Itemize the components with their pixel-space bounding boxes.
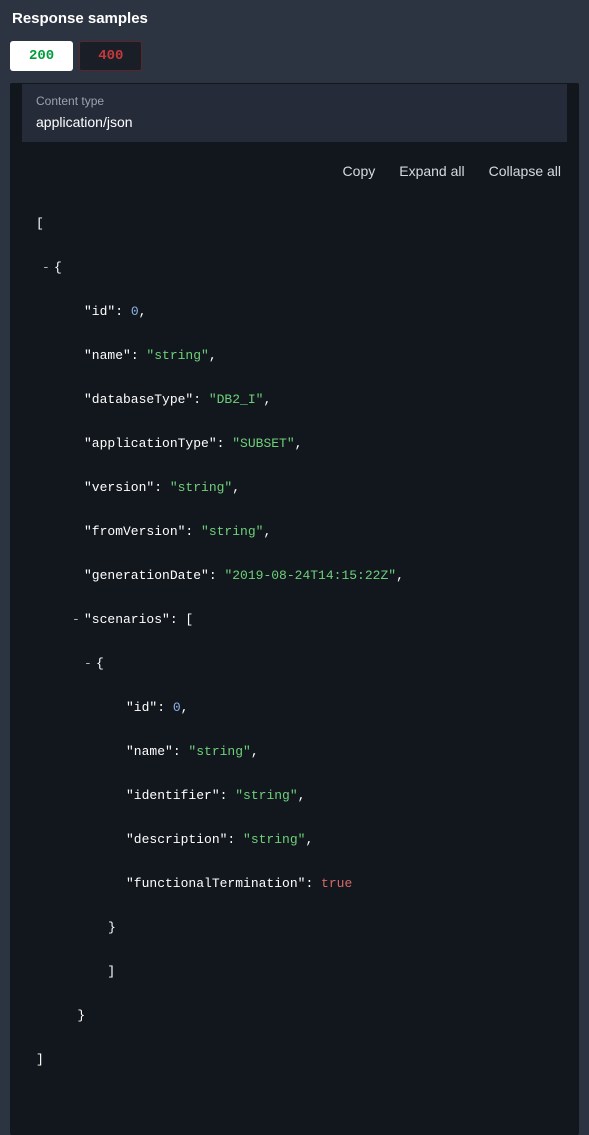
json-key: "scenarios" xyxy=(84,612,170,627)
json-value: "string" xyxy=(201,524,263,539)
json-key: "id" xyxy=(126,700,157,715)
json-key: "functionalTermination" xyxy=(126,876,305,891)
json-value: "string" xyxy=(146,348,208,363)
json-value: "string" xyxy=(188,744,250,759)
collapse-toggle-icon[interactable]: - xyxy=(42,257,52,279)
content-type-label: Content type xyxy=(36,94,553,108)
json-value: "DB2_I" xyxy=(209,392,264,407)
tab-200[interactable]: 200 xyxy=(10,41,73,71)
json-key: "name" xyxy=(84,348,131,363)
section-title: Response samples xyxy=(0,0,589,41)
json-key: "identifier" xyxy=(126,788,220,803)
json-value: "string" xyxy=(243,832,305,847)
content-type-box: Content type application/json xyxy=(22,84,567,142)
json-key: "databaseType" xyxy=(84,392,193,407)
collapse-toggle-icon[interactable]: - xyxy=(72,609,82,631)
expand-all-button[interactable]: Expand all xyxy=(399,163,464,179)
response-panel: Content type application/json Copy Expan… xyxy=(10,83,579,1135)
json-value: true xyxy=(321,876,352,891)
collapse-all-button[interactable]: Collapse all xyxy=(489,163,561,179)
collapse-toggle-icon[interactable]: - xyxy=(84,653,94,675)
json-key: "applicationType" xyxy=(84,436,217,451)
json-key: "description" xyxy=(126,832,227,847)
json-value: "SUBSET" xyxy=(232,436,294,451)
copy-button[interactable]: Copy xyxy=(343,163,376,179)
json-key: "id" xyxy=(84,304,115,319)
response-samples-section: Response samples 200 400 Content type ap… xyxy=(0,0,589,1135)
json-value: 0 xyxy=(173,700,181,715)
json-key: "version" xyxy=(84,480,154,495)
json-key: "name" xyxy=(126,744,173,759)
status-tabs: 200 400 xyxy=(0,41,589,83)
json-key: "generationDate" xyxy=(84,568,209,583)
json-value: "string" xyxy=(235,788,297,803)
json-value: 0 xyxy=(131,304,139,319)
json-value: "2019-08-24T14:15:22Z" xyxy=(224,568,396,583)
json-key: "fromVersion" xyxy=(84,524,185,539)
json-viewer: [ -{ "id": 0, "name": "string", "databas… xyxy=(10,187,579,1125)
json-value: "string" xyxy=(170,480,232,495)
content-type-value: application/json xyxy=(36,114,553,130)
code-actions: Copy Expand all Collapse all xyxy=(10,141,579,187)
tab-400[interactable]: 400 xyxy=(79,41,142,71)
